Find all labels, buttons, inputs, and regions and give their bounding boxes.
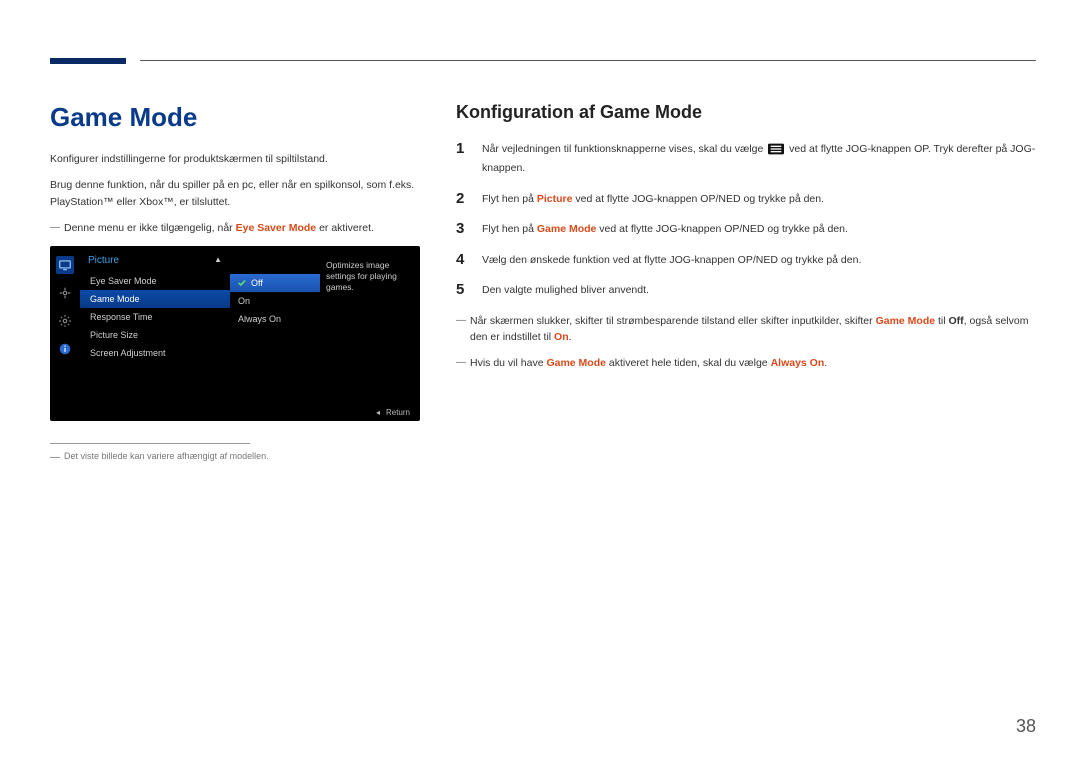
checkmark-icon <box>238 279 246 287</box>
osd-item-screenadj: Screen Adjustment <box>80 344 230 362</box>
header-rule <box>50 58 1036 72</box>
osd-description: Optimizes image settings for playing gam… <box>320 252 420 421</box>
behavior-note-2: Hvis du vil have Game Mode aktiveret hel… <box>456 355 1036 371</box>
intro-paragraph-2: Brug denne funktion, når du spiller på e… <box>50 177 420 210</box>
osd-item-picsize: Picture Size <box>80 326 230 344</box>
page-number: 38 <box>1016 716 1036 737</box>
target-icon <box>56 284 74 302</box>
gear-icon <box>56 312 74 330</box>
step-5: 5 Den valgte mulighed bliver anvendt. <box>456 282 1036 299</box>
osd-value-always: Always On <box>230 310 320 328</box>
osd-category-header: Picture <box>88 255 119 266</box>
up-arrow-icon: ▲ <box>214 255 222 266</box>
osd-preview: Picture ▲ Eye Saver Mode Game Mode Respo… <box>50 246 420 421</box>
osd-item-gamemode: Game Mode <box>80 290 230 308</box>
osd-return-label: Return <box>386 408 410 417</box>
osd-item-eyesaver: Eye Saver Mode <box>80 272 230 290</box>
picture-tab-icon <box>56 256 74 274</box>
osd-item-response: Response Time <box>80 308 230 326</box>
step-4: 4 Vælg den ønskede funktion ved at flytt… <box>456 252 1036 269</box>
info-icon <box>56 340 74 358</box>
intro-paragraph-1: Konfigurer indstillingerne for produktsk… <box>50 151 420 167</box>
image-disclaimer: Det viste billede kan variere afhængigt … <box>50 450 420 464</box>
osd-value-off: Off <box>230 274 320 292</box>
section-title: Game Mode <box>50 102 420 133</box>
step-1: 1 Når vejledningen til funktionsknappern… <box>456 141 1036 177</box>
behavior-note-1: Når skærmen slukker, skifter til strømbe… <box>456 313 1036 346</box>
restriction-note: Denne menu er ikke tilgængelig, når Eye … <box>50 220 420 236</box>
left-arrow-icon: ◂ <box>376 408 380 417</box>
subsection-title: Konfiguration af Game Mode <box>456 102 1036 123</box>
menu-icon <box>768 143 784 160</box>
step-3: 3 Flyt hen på Game Mode ved at flytte JO… <box>456 221 1036 238</box>
step-2: 2 Flyt hen på Picture ved at flytte JOG-… <box>456 191 1036 208</box>
caption-divider <box>50 443 250 444</box>
osd-value-on: On <box>230 292 320 310</box>
